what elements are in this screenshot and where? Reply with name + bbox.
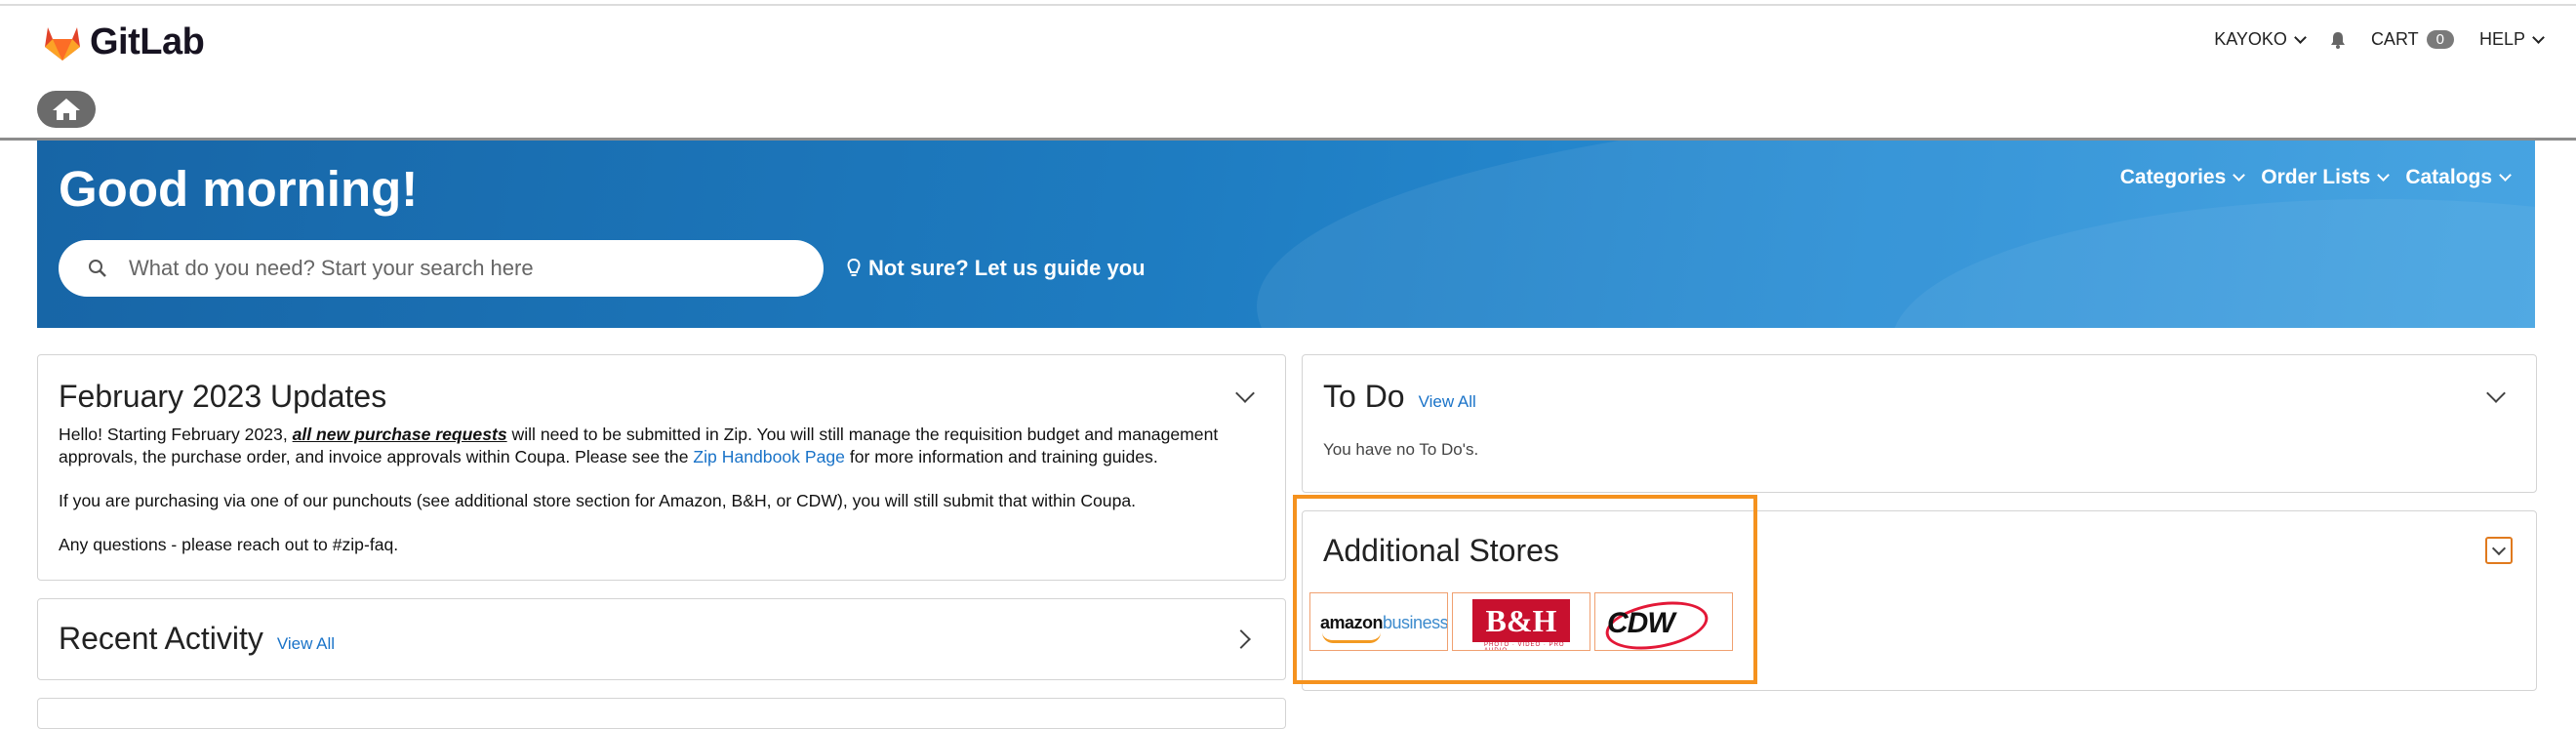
home-icon	[53, 99, 80, 120]
todo-header: To Do View All	[1323, 379, 1476, 415]
categories-menu[interactable]: Categories	[2119, 166, 2246, 189]
order-lists-menu[interactable]: Order Lists	[2261, 166, 2391, 189]
zip-handbook-link[interactable]: Zip Handbook Page	[693, 447, 845, 466]
stores-highlight	[1293, 495, 1757, 684]
top-nav: KAYOKO CART 0 HELP	[2189, 29, 2545, 50]
chevron-down-icon[interactable]	[2486, 384, 2506, 403]
help-label: HELP	[2478, 29, 2525, 49]
bell-icon	[2330, 31, 2345, 49]
cart-label: CART	[2370, 29, 2419, 49]
chevron-down-icon	[2294, 30, 2307, 44]
lightbulb-icon	[847, 258, 861, 276]
bh-logo: B&H	[1472, 599, 1570, 642]
chevron-down-icon	[2377, 169, 2391, 182]
catalogs-label: Catalogs	[2405, 166, 2492, 188]
cart-button[interactable]: CART 0	[2371, 29, 2454, 50]
gitlab-logo[interactable]: GitLab	[43, 21, 205, 63]
chevron-down-icon	[2532, 30, 2545, 44]
stores-collapse-button[interactable]	[2485, 537, 2513, 564]
updates-text: for more information and training guides…	[844, 447, 1158, 466]
search-input[interactable]	[127, 255, 755, 282]
updates-emphasis: all new purchase requests	[292, 425, 507, 444]
updates-text: Hello! Starting February 2023,	[59, 425, 293, 444]
recent-activity-title: Recent Activity	[59, 621, 263, 656]
gitlab-tanuki-icon	[45, 26, 80, 61]
todo-empty-message: You have no To Do's.	[1323, 440, 1479, 459]
catalogs-menu[interactable]: Catalogs	[2405, 166, 2512, 189]
chevron-down-icon	[2499, 169, 2512, 182]
chevron-right-icon[interactable]	[1231, 629, 1251, 649]
search-icon	[88, 259, 107, 278]
guided-buying-link[interactable]: Not sure? Let us guide you	[847, 256, 1146, 281]
updates-title: February 2023 Updates	[59, 379, 387, 414]
cdw-logo: CDW	[1607, 607, 1675, 639]
todo-view-all-link[interactable]: View All	[1419, 392, 1476, 412]
cart-count-badge: 0	[2426, 30, 2454, 49]
updates-body: Hello! Starting February 2023, all new p…	[59, 424, 1278, 578]
greeting-heading: Good morning!	[59, 161, 419, 217]
amazon-smile-icon	[1322, 632, 1381, 643]
updates-paragraph-1: Hello! Starting February 2023, all new p…	[59, 424, 1278, 468]
updates-card: February 2023 Updates Hello! Starting Fe…	[37, 354, 1286, 581]
updates-paragraph-3: Any questions - please reach out to #zip…	[59, 535, 399, 554]
amazon-logo: amazonbusiness	[1320, 613, 1448, 633]
recent-activity-view-all-link[interactable]: View All	[277, 634, 335, 654]
chevron-down-icon[interactable]	[1235, 384, 1255, 403]
cdw-store[interactable]: CDW	[1594, 592, 1733, 651]
user-name: KAYOKO	[2214, 29, 2287, 49]
amazon-name: amazon	[1320, 613, 1384, 632]
user-menu[interactable]: KAYOKO	[2214, 29, 2307, 50]
order-lists-label: Order Lists	[2261, 166, 2371, 188]
todo-card: To Do View All You have no To Do's.	[1302, 354, 2537, 493]
recent-activity-header: Recent Activity View All	[59, 621, 335, 657]
chevron-down-icon	[2233, 169, 2246, 182]
help-menu[interactable]: HELP	[2478, 29, 2545, 50]
home-button[interactable]	[37, 91, 96, 128]
banner-menu: Categories Order Lists Catalogs	[2103, 166, 2512, 189]
amazon-suffix: business	[1383, 613, 1448, 632]
bh-store[interactable]: B&H PHOTO · VIDEO · PRO AUDIO	[1452, 592, 1590, 651]
guide-text: Not sure? Let us guide you	[868, 256, 1146, 280]
top-border	[0, 4, 2576, 6]
amazon-business-store[interactable]: amazonbusiness	[1309, 592, 1448, 651]
bh-tagline: PHOTO · VIDEO · PRO AUDIO	[1484, 642, 1565, 651]
categories-label: Categories	[2119, 166, 2227, 188]
updates-paragraph-2: If you are purchasing via one of our pun…	[59, 491, 1137, 510]
notifications-button[interactable]	[2330, 31, 2346, 49]
chevron-down-icon	[2491, 541, 2507, 556]
logo-text: GitLab	[90, 21, 205, 62]
recent-activity-card[interactable]: Recent Activity View All	[37, 598, 1286, 680]
search-bar[interactable]	[59, 240, 824, 297]
hero-banner: Good morning! Not sure? Let us guide you…	[37, 141, 2535, 328]
todo-title: To Do	[1323, 379, 1405, 414]
